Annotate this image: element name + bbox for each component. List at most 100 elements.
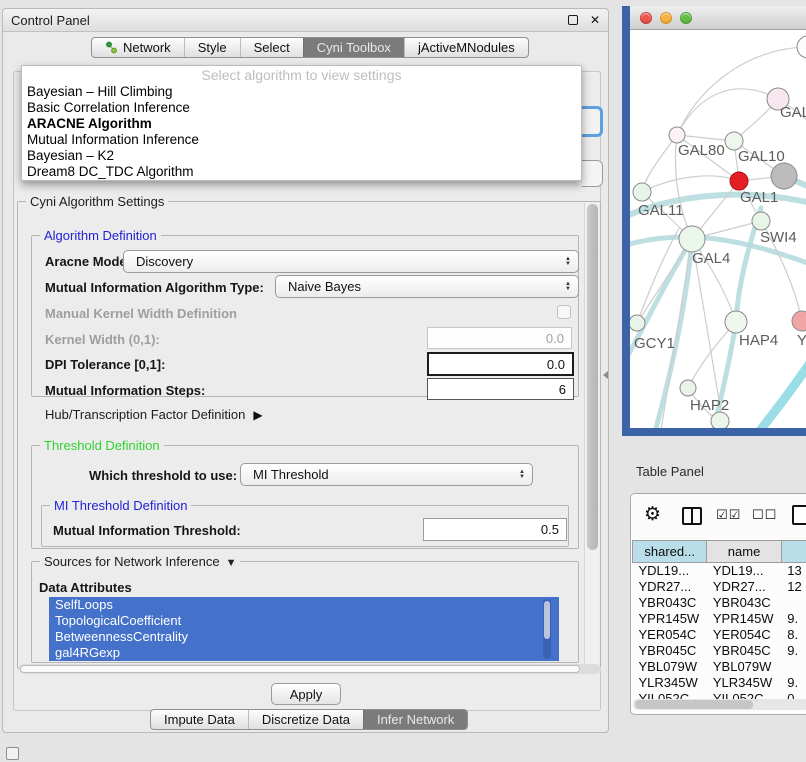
- network-window-titlebar[interactable]: [630, 6, 806, 30]
- node-hap2[interactable]: [680, 380, 696, 396]
- node-table: shared...name YDL19...YDL19...13YDR27...…: [632, 540, 806, 707]
- apply-button[interactable]: Apply: [271, 683, 341, 705]
- tab-style[interactable]: Style: [184, 38, 240, 57]
- sources-group-title: Sources for Network Inference: [40, 554, 240, 569]
- mutual-information-threshold-label: Mutual Information Threshold:: [53, 523, 241, 538]
- network-edge: [677, 89, 778, 135]
- tab-network[interactable]: Network: [92, 38, 184, 57]
- node-label-gcy1: GCY1: [634, 335, 675, 352]
- columns-icon[interactable]: [682, 507, 702, 525]
- mi-algorithm-type-select[interactable]: Naive Bayes: [275, 275, 579, 298]
- spinner-arrows-icon: [519, 470, 525, 480]
- tab-cyni-toolbox[interactable]: Cyni Toolbox: [303, 38, 404, 57]
- table-row[interactable]: YBR045CYBR045C9.: [633, 643, 806, 659]
- tab-discretize-data[interactable]: Discretize Data: [248, 710, 363, 729]
- node-hap4[interactable]: [725, 311, 747, 333]
- which-threshold-select[interactable]: MI Threshold: [240, 463, 533, 486]
- node-swi4[interactable]: [752, 212, 770, 230]
- table-row[interactable]: YER054CYER054C8.: [633, 627, 806, 643]
- attribute-item-gal4rgexp[interactable]: gal4RGexp: [49, 645, 559, 661]
- table-row[interactable]: YBR043CYBR043C: [633, 595, 806, 611]
- dpi-tolerance-field[interactable]: 0.0: [427, 352, 574, 376]
- mi-algorithm-type-value: Naive Bayes: [288, 279, 361, 294]
- data-attributes-label: Data Attributes: [39, 580, 132, 595]
- table-horizontal-scrollbar[interactable]: [633, 699, 806, 710]
- algorithm-option-mutual-information-inference[interactable]: Mutual Information Inference: [22, 132, 581, 148]
- tab-jactivemnodules[interactable]: jActiveMNodules: [404, 38, 528, 57]
- network-edge: [642, 176, 739, 192]
- attribute-item-betweennesscentrality[interactable]: BetweennessCentrality: [49, 629, 559, 645]
- table-row[interactable]: YPR145WYPR145W9.: [633, 611, 806, 627]
- table-row[interactable]: YBL079WYBL079W: [633, 659, 806, 675]
- table-cell: 12: [781, 579, 806, 595]
- algorithm-option-aracne-algorithm[interactable]: ARACNE Algorithm: [22, 116, 581, 132]
- network-canvas[interactable]: GALGAL80GAL10GAL1GAL11SWI4GAL4GCY1HAP4YH…: [630, 30, 806, 428]
- splitter-collapse-handle[interactable]: [603, 371, 608, 379]
- tab-impute-data[interactable]: Impute Data: [151, 710, 248, 729]
- zoom-window-icon[interactable]: [680, 12, 692, 24]
- close-window-icon[interactable]: [640, 12, 652, 24]
- table-cell: [781, 595, 806, 611]
- collapse-down-icon[interactable]: [220, 554, 237, 569]
- settings-horizontal-scrollbar-thumb[interactable]: [20, 665, 580, 673]
- tab-infer-network[interactable]: Infer Network: [363, 710, 467, 729]
- tab-select[interactable]: Select: [240, 38, 303, 57]
- mutual-information-threshold-field[interactable]: 0.5: [423, 518, 567, 541]
- node-salmon[interactable]: [792, 311, 806, 331]
- manual-kernel-width-checkbox[interactable]: [557, 305, 571, 319]
- cyni-bottom-tabs: Impute DataDiscretize DataInfer Network: [150, 709, 468, 730]
- attributes-scrollbar[interactable]: [543, 599, 551, 659]
- algorithm-option-bayesian-hill-climbing[interactable]: Bayesian – Hill Climbing: [22, 84, 581, 100]
- node-gal1-red[interactable]: [730, 172, 748, 190]
- table-horizontal-scrollbar-thumb[interactable]: [635, 700, 753, 709]
- float-window-icon[interactable]: [568, 15, 578, 25]
- settings-vertical-scrollbar-thumb[interactable]: [587, 204, 598, 550]
- attribute-item-selfloops[interactable]: SelfLoops: [49, 597, 559, 613]
- settings-vertical-scrollbar[interactable]: [584, 203, 599, 667]
- table-cell: YBL079W: [707, 659, 781, 675]
- settings-horizontal-scrollbar[interactable]: [19, 664, 601, 674]
- node-gal80[interactable]: [669, 127, 685, 143]
- aracne-mode-select[interactable]: Discovery: [123, 250, 579, 273]
- new-table-icon[interactable]: [792, 505, 806, 525]
- mi-threshold-definition-title: MI Threshold Definition: [50, 498, 191, 513]
- node-gcy1[interactable]: [630, 315, 645, 331]
- expand-right-icon: [245, 407, 262, 422]
- mi-steps-field[interactable]: 6: [427, 378, 574, 400]
- close-icon[interactable]: [590, 15, 600, 25]
- column-header-col-3[interactable]: [781, 541, 806, 563]
- algorithm-option-dream8-dc-tdc-algorithm[interactable]: Dream8 DC_TDC Algorithm: [22, 164, 581, 180]
- node-gal4[interactable]: [679, 226, 705, 252]
- algorithm-dropdown-popup: Select algorithm to view settings Bayesi…: [21, 65, 582, 181]
- table-cell: 8.: [781, 627, 806, 643]
- table-row[interactable]: YDR27...YDR27...12: [633, 579, 806, 595]
- hub-factor-expander[interactable]: Hub/Transcription Factor Definition: [45, 407, 263, 422]
- node-label-swi4: SWI4: [760, 229, 797, 246]
- node-bottom[interactable]: [711, 412, 729, 428]
- algorithm-option-bayesian-k2[interactable]: Bayesian – K2: [22, 148, 581, 164]
- node-gray[interactable]: [771, 163, 797, 189]
- node-gal11[interactable]: [633, 183, 651, 201]
- control-panel-titlebar[interactable]: Control Panel: [3, 9, 608, 32]
- attribute-item-topologicalcoefficient[interactable]: TopologicalCoefficient: [49, 613, 559, 629]
- table-cell: YER054C: [633, 627, 707, 643]
- deselect-checkboxes-icon[interactable]: [752, 507, 777, 523]
- restore-panel-icon[interactable]: [6, 747, 19, 760]
- table-cell: YBR045C: [707, 643, 781, 659]
- aracne-mode-value: Discovery: [136, 254, 193, 269]
- kernel-width-label: Kernel Width (0,1):: [45, 332, 160, 347]
- node-top-partial[interactable]: [797, 36, 806, 58]
- mi-steps-label: Mutual Information Steps:: [45, 383, 205, 398]
- algorithm-option-basic-correlation-inference[interactable]: Basic Correlation Inference: [22, 100, 581, 116]
- dpi-tolerance-value: 0.0: [547, 357, 565, 372]
- column-header-shared[interactable]: shared...: [633, 541, 707, 563]
- column-header-name[interactable]: name: [707, 541, 781, 563]
- attributes-scrollbar-thumb[interactable]: [544, 601, 550, 639]
- hidden-combo-fragment: [582, 160, 603, 187]
- table-row[interactable]: YDL19...YDL19...13: [633, 563, 806, 579]
- minimize-window-icon[interactable]: [660, 12, 672, 24]
- gear-icon[interactable]: [644, 503, 661, 526]
- table-row[interactable]: YLR345WYLR345W9.: [633, 675, 806, 691]
- table-cell: YDL19...: [633, 563, 707, 579]
- select-all-checkboxes-icon[interactable]: [716, 507, 741, 523]
